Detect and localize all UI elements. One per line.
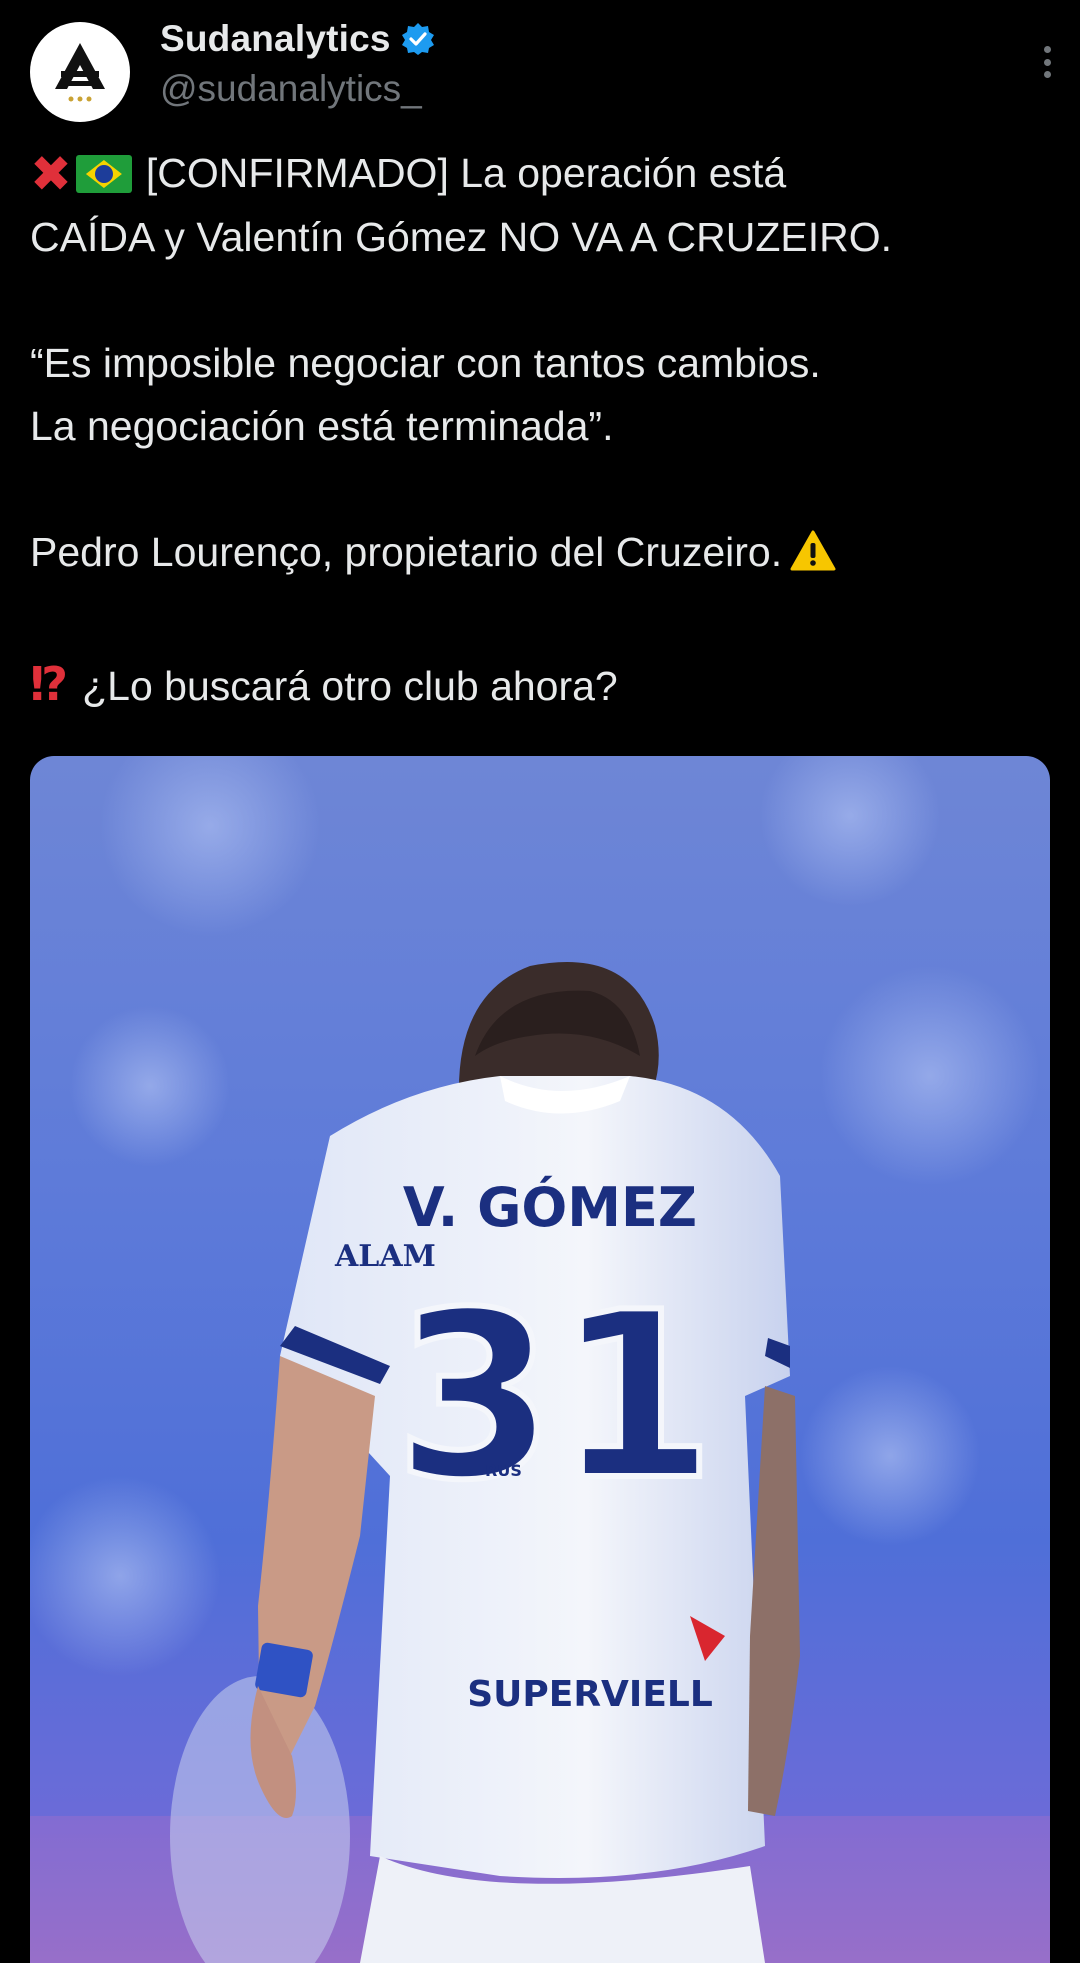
- handle[interactable]: @sudanalytics_: [160, 68, 422, 110]
- quote-line-2: La negociación está terminada”.: [30, 403, 614, 449]
- interrobang-icon: ⁉: [30, 658, 69, 710]
- player-photo: V. GÓMEZ 31 SUPERVIELL ALAM RUS: [30, 756, 1050, 1963]
- verified-badge-icon: [401, 23, 434, 55]
- brazil-flag-icon: [75, 155, 132, 193]
- sudanalytics-logo-icon: [55, 43, 105, 102]
- attribution-text: Pedro Lourenço, propietario del Cruzeiro…: [30, 529, 783, 575]
- tweet-media-image[interactable]: V. GÓMEZ 31 SUPERVIELL ALAM RUS: [30, 756, 1050, 1963]
- tweet-header: Sudanalytics @sudanalytics_: [0, 0, 1080, 140]
- quote-line-1: “Es imposible negociar con tantos cambio…: [30, 340, 821, 386]
- jersey-brand: RUS: [485, 1461, 522, 1480]
- attribution-line: Pedro Lourenço, propietario del Cruzeiro…: [30, 521, 1060, 590]
- question-text: ¿Lo buscará otro club ahora?: [82, 663, 618, 709]
- more-options-icon[interactable]: [1032, 42, 1062, 82]
- jersey-name: V. GÓMEZ: [403, 1176, 697, 1239]
- jersey-number: 31: [395, 1264, 715, 1531]
- question-line: ⁉ ¿Lo buscará otro club ahora?: [30, 653, 1060, 718]
- warning-icon: [790, 527, 836, 590]
- sleeve-sponsor: ALAM: [334, 1239, 436, 1274]
- cross-mark-icon: ✖: [30, 146, 72, 202]
- display-name[interactable]: Sudanalytics: [160, 18, 391, 60]
- name-row: Sudanalytics: [160, 18, 435, 60]
- jersey-sponsor: SUPERVIELL: [467, 1674, 713, 1715]
- headline-text-1: [CONFIRMADO] La operación está: [145, 150, 787, 196]
- avatar[interactable]: [30, 22, 130, 122]
- headline-line-2: CAÍDA y Valentín Gómez NO VA A CRUZEIRO.: [30, 214, 893, 260]
- tweet-text: ✖ [CONFIRMADO] La operación está CAÍDA y …: [30, 142, 1060, 718]
- headline-line-1: ✖ [CONFIRMADO] La operación está: [30, 142, 1060, 206]
